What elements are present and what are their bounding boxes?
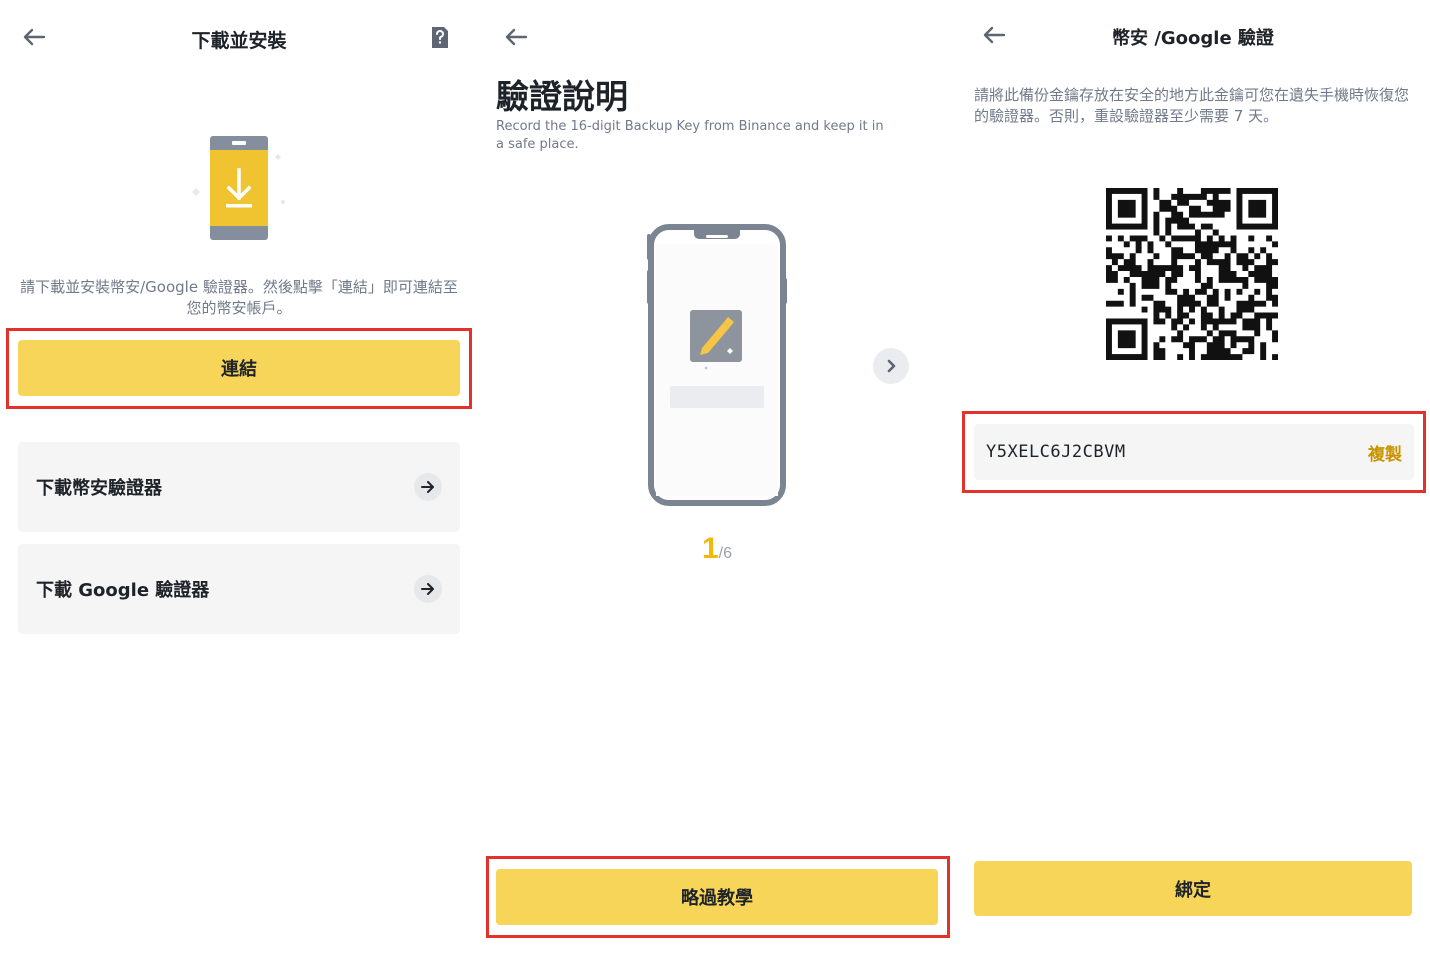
arrow-right-icon	[414, 575, 442, 603]
backup-instruction-text: 請將此備份金鑰存放在安全的地方此金鑰可您在遺失手機時恢復您的驗證器。否則，重設驗…	[974, 86, 1410, 125]
backup-key-screen: 幣安 /Google 驗證 請將此備份金鑰存放在安全的地方此金鑰可您在遺失手機時…	[956, 0, 1430, 958]
back-arrow-icon[interactable]	[504, 28, 532, 48]
phone-download-icon	[192, 136, 285, 240]
connect-button[interactable]: 連結	[18, 340, 460, 396]
copy-button[interactable]: 複製	[1368, 440, 1402, 465]
page-indicator: 1/6	[478, 532, 956, 566]
link-label: 下載幣安驗證器	[36, 478, 162, 499]
page-title: 驗證說明	[496, 77, 628, 116]
page-title: 下載並安裝	[191, 30, 287, 52]
page-title: 幣安 /Google 驗證	[1112, 28, 1274, 49]
page-total: /6	[718, 545, 733, 562]
next-slide-button[interactable]	[873, 348, 909, 384]
download-google-authenticator-link[interactable]: 下載 Google 驗證器	[18, 544, 460, 634]
skip-tutorial-button[interactable]: 略過教學	[496, 869, 938, 925]
download-install-screen: 下載並安裝 請下載並安裝幣安/Google 驗證器。然後點擊「連結」即可連結至您…	[0, 0, 478, 958]
chevron-right-icon	[887, 359, 896, 373]
phone-note-illustration-icon	[647, 224, 787, 506]
instruction-text: 請下載並安裝幣安/Google 驗證器。然後點擊「連結」即可連結至您的幣安帳戶。	[20, 278, 458, 317]
bind-button[interactable]: 綁定	[974, 861, 1412, 916]
qr-code-icon	[1106, 188, 1278, 360]
arrow-right-icon	[414, 473, 442, 501]
backup-key-value: Y5XELC6J2CBVM	[986, 442, 1126, 462]
guide-subtitle: Record the 16-digit Backup Key from Bina…	[496, 119, 884, 152]
verification-guide-screen: 驗證說明 Record the 16-digit Backup Key from…	[478, 0, 956, 958]
download-binance-authenticator-link[interactable]: 下載幣安驗證器	[18, 442, 460, 532]
backup-key-field: Y5XELC6J2CBVM 複製	[974, 424, 1414, 480]
help-document-icon[interactable]	[430, 26, 452, 50]
link-label: 下載 Google 驗證器	[36, 580, 210, 601]
page-current: 1	[701, 532, 719, 565]
